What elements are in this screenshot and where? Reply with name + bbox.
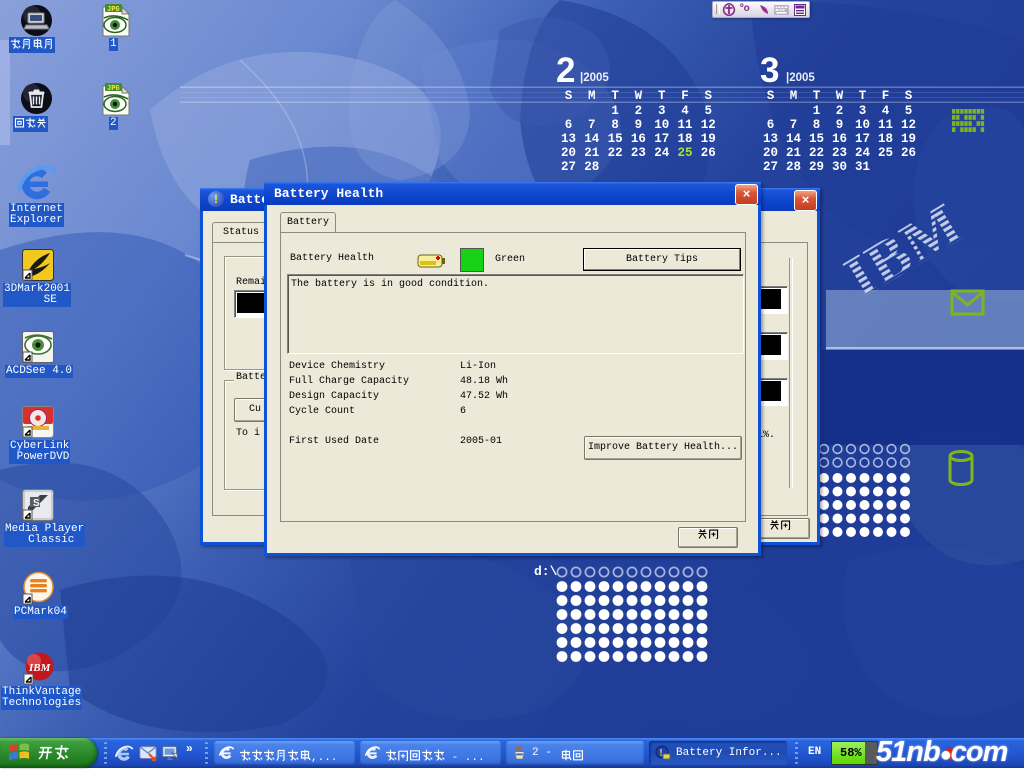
svg-text:29: 29	[809, 160, 824, 174]
svg-text:2: 2	[836, 104, 844, 118]
svg-text:17: 17	[654, 132, 669, 146]
svg-text:1: 1	[611, 104, 619, 118]
svg-text:JPG: JPG	[107, 6, 120, 14]
svg-text:9: 9	[836, 118, 844, 132]
svg-text:M: M	[588, 89, 596, 103]
svg-text:7: 7	[588, 118, 596, 132]
svg-text:F: F	[882, 89, 890, 103]
svg-text:16: 16	[832, 132, 847, 146]
svg-text:!: !	[660, 748, 663, 758]
svg-text:T: T	[813, 89, 821, 103]
svg-text:22: 22	[809, 146, 824, 160]
svg-text:T: T	[658, 89, 666, 103]
svg-text:17: 17	[855, 132, 870, 146]
svg-text:31: 31	[855, 160, 870, 174]
svg-text:27: 27	[763, 160, 778, 174]
svg-text:14: 14	[584, 132, 600, 146]
svg-text:19: 19	[701, 132, 716, 146]
svg-text:13: 13	[763, 132, 778, 146]
svg-text:28: 28	[786, 160, 801, 174]
svg-text:T: T	[611, 89, 619, 103]
svg-text:24: 24	[855, 146, 871, 160]
svg-text:20: 20	[561, 146, 576, 160]
svg-text:12: 12	[901, 118, 916, 132]
svg-text:24: 24	[654, 146, 670, 160]
svg-text:30: 30	[832, 160, 847, 174]
svg-text:18: 18	[878, 132, 893, 146]
svg-text:d:\: d:\	[534, 564, 558, 579]
svg-text:S: S	[565, 89, 573, 103]
svg-text:18: 18	[677, 132, 692, 146]
svg-text:3: 3	[658, 104, 666, 118]
svg-text:10: 10	[654, 118, 669, 132]
svg-text:5: 5	[905, 104, 913, 118]
svg-text:16: 16	[631, 132, 646, 146]
svg-text:2: 2	[635, 104, 643, 118]
svg-text:|2005: |2005	[580, 72, 609, 84]
svg-text:7: 7	[790, 118, 798, 132]
svg-text:8: 8	[611, 118, 619, 132]
svg-text:21: 21	[584, 146, 599, 160]
svg-text:25: 25	[677, 146, 692, 160]
svg-text:3: 3	[760, 51, 779, 90]
svg-text:1: 1	[813, 104, 821, 118]
svg-text:12: 12	[701, 118, 716, 132]
svg-text:11: 11	[878, 118, 893, 132]
svg-text:22: 22	[608, 146, 623, 160]
svg-text:S: S	[705, 89, 713, 103]
svg-text:23: 23	[832, 146, 847, 160]
svg-text:IBM: IBM	[28, 662, 52, 674]
svg-text:21: 21	[786, 146, 801, 160]
svg-text:S: S	[905, 89, 913, 103]
svg-text:T: T	[859, 89, 867, 103]
svg-text:26: 26	[701, 146, 716, 160]
svg-text:W: W	[836, 89, 844, 103]
svg-text:20: 20	[763, 146, 778, 160]
svg-text:F: F	[681, 89, 689, 103]
svg-text:10: 10	[855, 118, 870, 132]
svg-text:13: 13	[561, 132, 576, 146]
svg-text:3: 3	[859, 104, 867, 118]
svg-text:28: 28	[584, 160, 599, 174]
svg-text:|2005: |2005	[786, 72, 815, 84]
svg-text:6: 6	[767, 118, 775, 132]
svg-text:26: 26	[901, 146, 916, 160]
svg-text:15: 15	[608, 132, 623, 146]
svg-text:9: 9	[635, 118, 643, 132]
svg-text:11: 11	[677, 118, 692, 132]
svg-text:M: M	[790, 89, 798, 103]
svg-text:15: 15	[809, 132, 824, 146]
svg-text:25: 25	[878, 146, 893, 160]
svg-text:14: 14	[786, 132, 802, 146]
svg-text:23: 23	[631, 146, 646, 160]
svg-text:4: 4	[681, 104, 689, 118]
svg-text:JPG: JPG	[107, 85, 120, 93]
svg-text:2: 2	[556, 51, 575, 90]
svg-text:8: 8	[813, 118, 821, 132]
svg-text:S: S	[33, 498, 40, 509]
svg-text:19: 19	[901, 132, 916, 146]
svg-text:27: 27	[561, 160, 576, 174]
svg-text:6: 6	[565, 118, 573, 132]
svg-text:S: S	[767, 89, 775, 103]
svg-text:5: 5	[705, 104, 713, 118]
svg-text:4: 4	[882, 104, 890, 118]
svg-text:W: W	[635, 89, 643, 103]
